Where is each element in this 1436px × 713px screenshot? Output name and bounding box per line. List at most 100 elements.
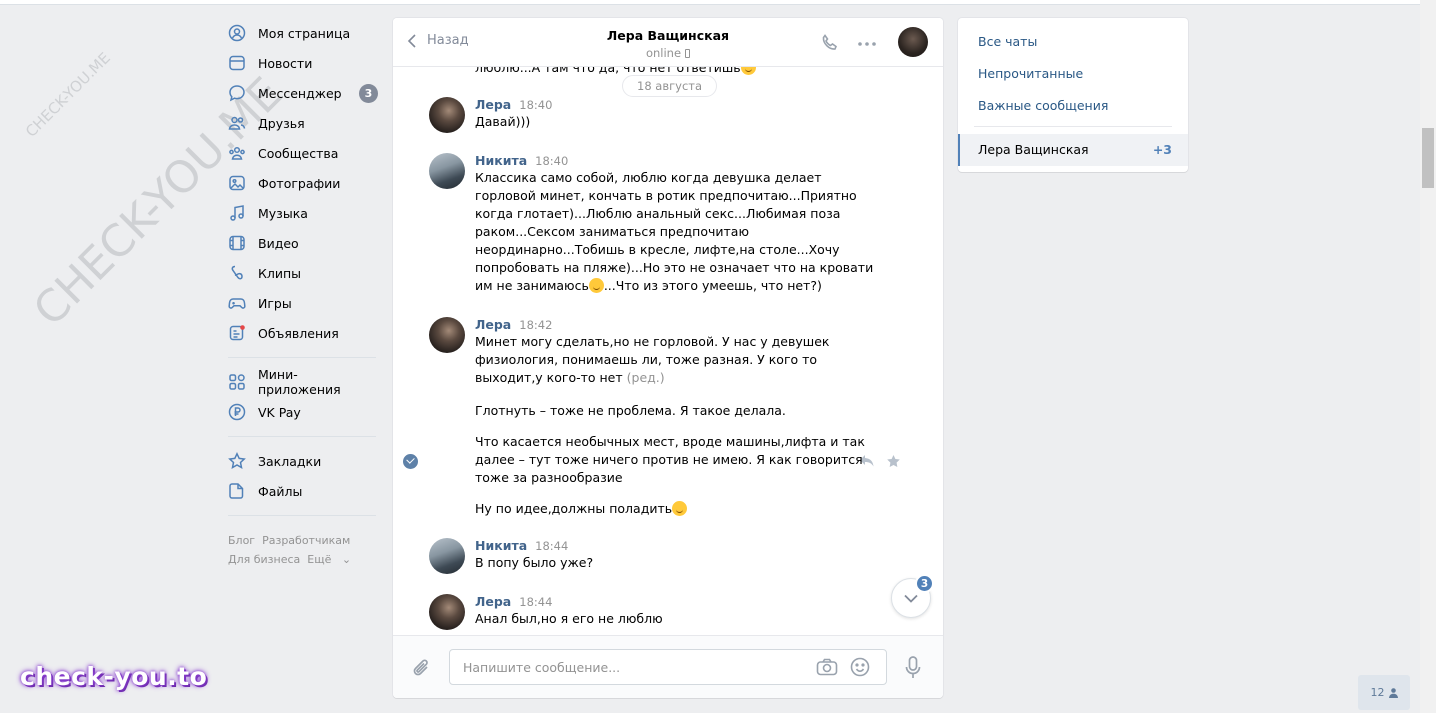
communities-icon xyxy=(228,144,246,162)
person-icon xyxy=(1388,687,1398,698)
filter-important[interactable]: Важные сообщения xyxy=(978,98,1108,113)
more-icon[interactable] xyxy=(857,34,877,54)
avatar[interactable] xyxy=(429,317,465,353)
message-author[interactable]: Лера xyxy=(475,97,511,112)
phone-icon[interactable] xyxy=(820,33,840,53)
message-composer: Напишите сообщение... xyxy=(393,635,943,698)
online-counter[interactable]: 12 xyxy=(1358,675,1410,710)
unread-count-badge: 3 xyxy=(915,574,934,593)
nav-item-music[interactable]: Музыка xyxy=(228,198,378,228)
camera-icon[interactable] xyxy=(816,658,838,676)
attach-icon[interactable] xyxy=(412,657,432,679)
nav-item-my-page[interactable]: Моя страница xyxy=(228,18,378,48)
message-author[interactable]: Никита xyxy=(475,153,527,168)
footer-link-developers[interactable]: Разработчикам xyxy=(262,534,350,547)
message-time: 18:44 xyxy=(535,539,569,553)
date-separator: 18 августа xyxy=(622,75,718,97)
nav-item-games[interactable]: Игры xyxy=(228,288,378,318)
nav-item-bookmarks[interactable]: Закладки xyxy=(228,446,378,476)
nav-item-vk-pay[interactable]: VK Pay xyxy=(228,397,378,427)
smile-emoji-icon xyxy=(588,278,604,293)
footer-link-more[interactable]: Ещё ⌄ xyxy=(307,553,358,566)
nav-item-video[interactable]: Видео xyxy=(228,228,378,258)
message-text: Что касается необычных мест, вроде машин… xyxy=(475,434,865,485)
nav-label: Моя страница xyxy=(258,25,351,41)
nav-divider xyxy=(228,357,376,358)
nav-item-news[interactable]: Новости xyxy=(228,48,378,78)
active-chat-item[interactable]: Лера Ващинская +3 xyxy=(958,134,1188,166)
message-text: В попу было уже? xyxy=(475,555,594,570)
ads-icon xyxy=(228,324,246,342)
avatar[interactable] xyxy=(429,594,465,630)
message-text: Анал был,но я его не люблю xyxy=(475,611,663,626)
nav-label: Мессенджер xyxy=(258,85,342,101)
message-text: Глотнуть – тоже не проблема. Я такое дел… xyxy=(475,403,786,418)
avatar[interactable] xyxy=(429,153,465,189)
avatar[interactable] xyxy=(429,538,465,574)
star-icon xyxy=(228,452,246,470)
nav-footer: Блог Разработчикам Для бизнеса Ещё ⌄ xyxy=(228,531,378,569)
video-icon xyxy=(228,234,246,252)
message-input[interactable]: Напишите сообщение... xyxy=(449,649,887,685)
nav-label: Закладки xyxy=(258,453,322,469)
mobile-icon xyxy=(685,49,691,58)
nav-item-ads[interactable]: Объявления xyxy=(228,318,378,348)
nav-item-mini-apps[interactable]: Мини-приложения xyxy=(228,367,378,397)
nav-label: Мини-приложения xyxy=(258,367,341,397)
message-time: 18:42 xyxy=(519,318,553,332)
brand-watermark: check-you.to xyxy=(20,662,208,691)
online-count: 12 xyxy=(1370,686,1385,699)
avatar[interactable] xyxy=(429,97,465,133)
photo-icon xyxy=(228,174,246,192)
message-author[interactable]: Лера xyxy=(475,594,511,609)
nav-item-messenger[interactable]: Мессенджер 3 xyxy=(228,78,378,108)
chat-partner-avatar[interactable] xyxy=(898,27,928,57)
filter-all-chats[interactable]: Все чаты xyxy=(978,34,1037,49)
footer-link-business[interactable]: Для бизнеса xyxy=(228,553,300,566)
message-author[interactable]: Никита xyxy=(475,538,527,553)
nav-item-files[interactable]: Файлы xyxy=(228,476,378,506)
star-icon[interactable] xyxy=(886,454,901,469)
selected-check-icon[interactable] xyxy=(403,454,418,469)
nav-item-communities[interactable]: Сообщества xyxy=(228,138,378,168)
nav-label: VK Pay xyxy=(258,404,301,420)
message-history[interactable]: люблю...А там что да, что нет ответишь 1… xyxy=(393,67,943,635)
nav-item-friends[interactable]: Друзья xyxy=(228,108,378,138)
message-icon xyxy=(228,84,246,102)
nav-label: Файлы xyxy=(258,483,303,499)
nav-item-photos[interactable]: Фотографии xyxy=(228,168,378,198)
message-text: Ну по идее,должны поладить xyxy=(475,500,875,518)
nav-divider xyxy=(228,436,376,437)
nav-item-clips[interactable]: Клипы xyxy=(228,258,378,288)
chat-filters-panel: Все чаты Непрочитанные Важные сообщения … xyxy=(958,18,1188,172)
nav-label: Друзья xyxy=(258,115,305,131)
message-text: Давай))) xyxy=(475,114,531,129)
edited-mark: (ред.) xyxy=(626,370,665,385)
friends-icon xyxy=(228,114,246,132)
chat-header: Назад Лера Ващинская online xyxy=(393,18,943,67)
nav-label: Сообщества xyxy=(258,145,339,161)
grin-emoji-icon xyxy=(672,501,688,516)
nav-label: Объявления xyxy=(258,325,339,341)
message-input-placeholder: Напишите сообщение... xyxy=(463,660,621,675)
filter-unread[interactable]: Непрочитанные xyxy=(978,66,1083,81)
microphone-icon[interactable] xyxy=(905,656,921,680)
news-icon xyxy=(228,54,246,72)
footer-link-blog[interactable]: Блог xyxy=(228,534,255,547)
page-scrollbar[interactable] xyxy=(1420,0,1436,713)
scrollbar-thumb[interactable] xyxy=(1422,128,1434,188)
music-icon xyxy=(228,204,246,222)
chat-window: Назад Лера Ващинская online люблю...А та… xyxy=(393,18,943,698)
smile-icon[interactable] xyxy=(850,657,870,677)
clips-icon xyxy=(228,264,246,282)
vkpay-icon xyxy=(228,403,246,421)
active-chat-count: +3 xyxy=(1152,142,1172,157)
message-author[interactable]: Лера xyxy=(475,317,511,332)
nav-label: Игры xyxy=(258,295,292,311)
chevron-down-icon: ⌄ xyxy=(341,553,352,566)
message-text: Классика само собой, люблю когда девушка… xyxy=(475,170,874,293)
chevron-down-icon xyxy=(904,594,918,603)
left-navigation: Моя страница Новости Мессенджер 3 Друзья… xyxy=(228,18,378,569)
watermark-small: CHECK-YOU.ME xyxy=(22,48,114,141)
top-header-bar xyxy=(0,0,1420,5)
